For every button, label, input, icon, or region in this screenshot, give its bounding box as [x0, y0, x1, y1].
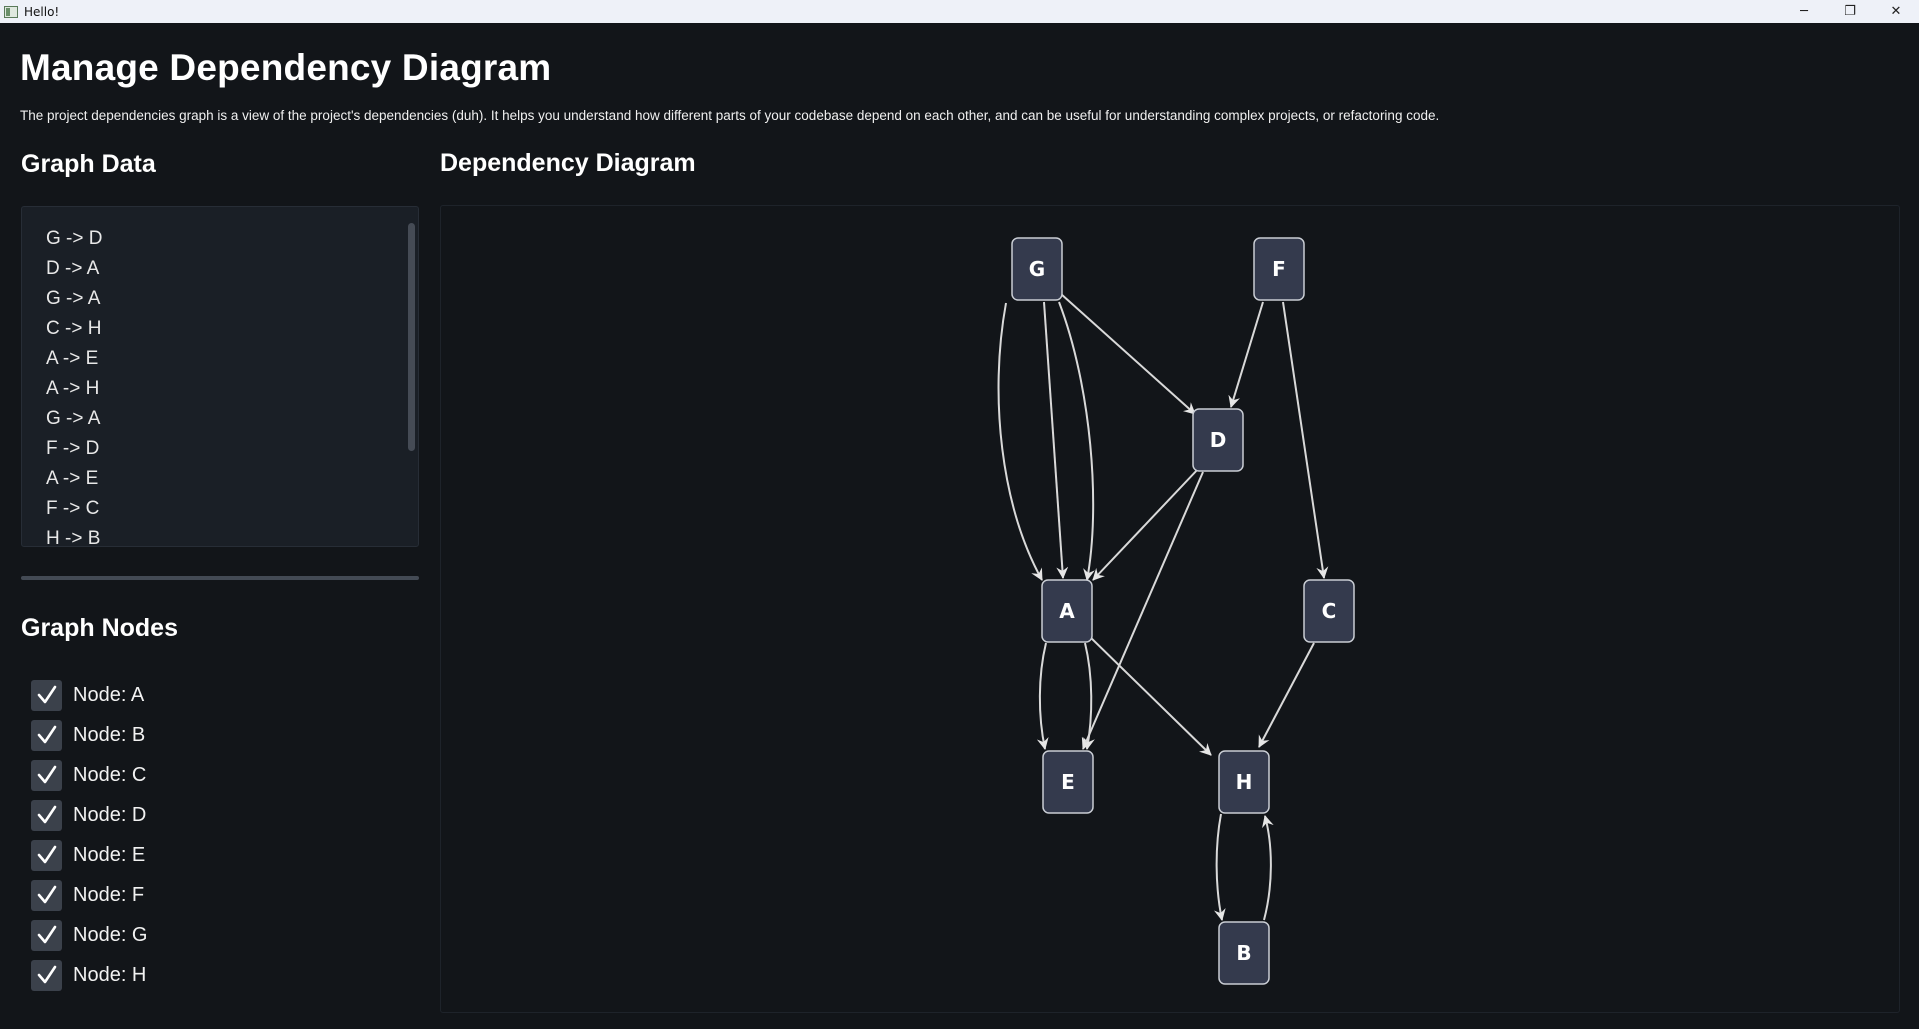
- graph-nodes-list: Node: A Node: B Node: C Node: D Node: E Node:…: [31, 675, 147, 995]
- graph-data-line: C -> H: [46, 318, 102, 339]
- node-checkbox-item[interactable]: Node: B: [31, 715, 147, 755]
- dependency-edge: [1258, 642, 1315, 748]
- window-titlebar: Hello! ─ ❐ ✕: [0, 0, 1919, 23]
- graph-node-label: F: [1272, 257, 1286, 281]
- window-controls: ─ ❐ ✕: [1781, 0, 1919, 23]
- graph-node-label: E: [1061, 770, 1075, 794]
- graph-data-line: G -> D: [46, 228, 103, 249]
- graph-data-scrollbar[interactable]: [408, 223, 415, 451]
- dependency-edge: [1081, 471, 1204, 750]
- dependency-graph-svg: G F D A C E H B: [997, 237, 1355, 985]
- graph-node-d[interactable]: D: [1192, 408, 1244, 472]
- graph-node-e[interactable]: E: [1042, 750, 1094, 814]
- node-checkbox-item[interactable]: Node: E: [31, 835, 147, 875]
- graph-node-a[interactable]: A: [1041, 579, 1093, 643]
- checkbox[interactable]: [31, 799, 62, 831]
- section-divider: [21, 576, 419, 580]
- graph-data-line: A -> H: [46, 378, 100, 399]
- node-label: Node: B: [73, 723, 146, 746]
- dependency-edge: [1228, 301, 1264, 408]
- checkmark-icon: [37, 765, 56, 784]
- graph-nodes-heading: Graph Nodes: [21, 614, 178, 642]
- dependency-edge: [1213, 813, 1226, 921]
- graph-node-g[interactable]: G: [1011, 237, 1063, 301]
- graph-data-line: F -> D: [46, 438, 100, 459]
- restore-icon[interactable]: ❐: [1827, 0, 1873, 23]
- checkbox[interactable]: [31, 719, 62, 751]
- node-label: Node: F: [73, 883, 145, 906]
- graph-data-line: A -> E: [46, 348, 99, 369]
- node-label: Node: E: [73, 843, 146, 866]
- node-label: Node: H: [73, 963, 147, 986]
- node-label: Node: C: [73, 763, 147, 786]
- node-label: Node: G: [73, 923, 148, 946]
- checkbox[interactable]: [31, 839, 62, 871]
- graph-data-list[interactable]: G -> D D -> A G -> A C -> H A -> E A -> H G ->…: [21, 206, 419, 547]
- graph-node-label: G: [1029, 257, 1045, 281]
- app-icon: [4, 5, 18, 18]
- node-checkbox-item[interactable]: Node: F: [31, 875, 147, 915]
- checkmark-icon: [37, 725, 56, 744]
- graph-node-label: B: [1236, 941, 1251, 965]
- page-description: The project dependencies graph is a view…: [20, 108, 1440, 123]
- close-icon[interactable]: ✕: [1873, 0, 1919, 23]
- dependency-edge: [1043, 301, 1069, 579]
- graph-node-b[interactable]: B: [1218, 921, 1270, 985]
- graph-data-line: D -> A: [46, 258, 100, 279]
- page-title: Manage Dependency Diagram: [20, 47, 552, 88]
- checkmark-icon: [37, 925, 56, 944]
- dependency-edge: [1262, 815, 1274, 921]
- window-title: Hello!: [24, 4, 60, 19]
- graph-node-label: H: [1236, 770, 1253, 794]
- checkbox[interactable]: [31, 919, 62, 951]
- dependency-edge: [997, 302, 1043, 581]
- node-checkbox-item[interactable]: Node: D: [31, 795, 147, 835]
- graph-data-heading: Graph Data: [21, 150, 156, 178]
- checkmark-icon: [37, 805, 56, 824]
- checkmark-icon: [37, 845, 56, 864]
- checkbox[interactable]: [31, 679, 62, 711]
- checkmark-icon: [37, 685, 56, 704]
- checkbox[interactable]: [31, 959, 62, 991]
- dependency-diagram: G F D A C E H B: [440, 205, 1900, 1013]
- graph-node-h[interactable]: H: [1218, 750, 1270, 814]
- graph-node-label: D: [1210, 428, 1227, 452]
- graph-node-c[interactable]: C: [1303, 579, 1355, 643]
- dependency-edge: [1282, 301, 1329, 579]
- node-checkbox-item[interactable]: Node: C: [31, 755, 147, 795]
- node-checkbox-item[interactable]: Node: A: [31, 675, 147, 715]
- node-label: Node: A: [73, 683, 145, 706]
- graph-node-f[interactable]: F: [1253, 237, 1305, 301]
- node-checkbox-item[interactable]: Node: G: [31, 915, 147, 955]
- checkmark-icon: [37, 885, 56, 904]
- graph-data-line: H -> B: [46, 528, 101, 547]
- checkmark-icon: [37, 965, 56, 984]
- dependency-edge: [1058, 301, 1095, 581]
- dependency-edge: [1092, 467, 1200, 581]
- graph-data-line: G -> A: [46, 288, 101, 309]
- checkbox[interactable]: [31, 759, 62, 791]
- dependency-edge: [1060, 293, 1196, 415]
- dependency-edge: [1036, 642, 1049, 750]
- graph-node-label: A: [1059, 599, 1075, 623]
- graph-node-label: C: [1322, 599, 1337, 623]
- minimize-icon[interactable]: ─: [1781, 0, 1827, 23]
- graph-data-line: F -> C: [46, 498, 100, 519]
- dependency-diagram-heading: Dependency Diagram: [440, 149, 696, 177]
- graph-data-line: G -> A: [46, 408, 101, 429]
- node-checkbox-item[interactable]: Node: H: [31, 955, 147, 995]
- checkbox[interactable]: [31, 879, 62, 911]
- graph-data-line: A -> E: [46, 468, 99, 489]
- node-label: Node: D: [73, 803, 147, 826]
